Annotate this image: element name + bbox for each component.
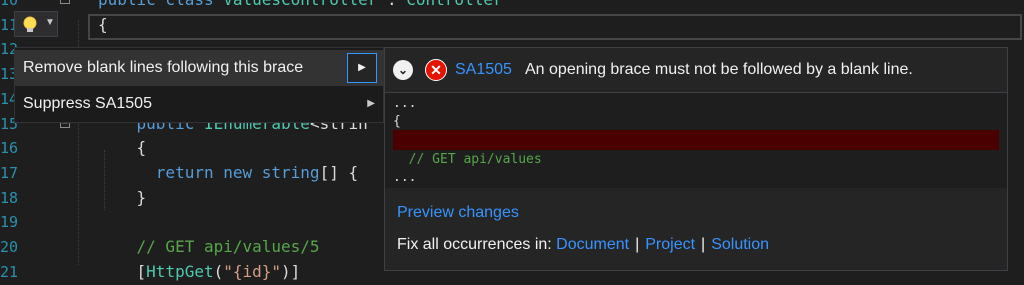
preview-line: {: [393, 114, 401, 129]
chevron-down-icon[interactable]: ▼: [45, 17, 55, 28]
line-number: 18: [0, 188, 19, 207]
fix-all-row: Fix all occurrences in: Document | Project…: [397, 236, 770, 253]
line-number: 17: [0, 163, 19, 182]
fix-scope-project[interactable]: Project: [645, 236, 695, 253]
preview-header: ⌄ ✕ SA1505 An opening brace must not be …: [385, 48, 1007, 92]
chevron-down-icon[interactable]: ⌄: [393, 60, 413, 80]
preview-line: ...: [393, 170, 417, 185]
lightbulb-button[interactable]: ▼: [14, 11, 58, 37]
preview-actions: Preview changes Fix all occurrences in: …: [385, 188, 1007, 270]
code-text: [HttpGet("{id}")]: [98, 261, 301, 281]
line-number: 16: [0, 139, 19, 158]
lightbulb-icon: [23, 16, 37, 32]
line-number: 21: [0, 262, 19, 281]
menu-item-remove-blank-lines[interactable]: Remove blank lines following this brace …: [15, 50, 383, 86]
submenu-arrow-icon[interactable]: ▶: [347, 53, 377, 83]
preview-code: ... { // GET api/values ...: [385, 92, 1007, 189]
indent-guide: [104, 150, 105, 210]
rule-link[interactable]: SA1505: [455, 48, 512, 92]
fix-scope-document[interactable]: Document: [556, 236, 629, 253]
preview-changes-link[interactable]: Preview changes: [397, 204, 519, 222]
submenu-arrow-icon[interactable]: ▶: [367, 86, 375, 122]
fold-toggle-icon[interactable]: −: [60, 0, 70, 5]
quick-actions-menu: Remove blank lines following this brace …: [14, 47, 384, 123]
error-icon: ✕: [425, 59, 447, 81]
diagnostic-message: An opening brace must not be followed by…: [525, 61, 913, 78]
preview-pane: ⌄ ✕ SA1505 An opening brace must not be …: [384, 47, 1008, 271]
menu-item-label: Suppress SA1505: [23, 95, 152, 112]
code-text: {: [98, 138, 147, 158]
code-text: }: [98, 187, 147, 207]
current-line-highlight: [88, 14, 1022, 40]
menu-item-label: Remove blank lines following this brace: [23, 59, 304, 76]
code-text: // GET api/values/5: [98, 237, 320, 256]
fix-scope-solution[interactable]: Solution: [711, 236, 769, 253]
fix-all-label: Fix all occurrences in:: [397, 236, 552, 253]
line-number: 19: [0, 213, 19, 232]
removed-line-highlight: [393, 130, 999, 150]
code-text: return new string[] {: [98, 162, 359, 182]
menu-item-suppress[interactable]: Suppress SA1505 ▶: [15, 86, 383, 122]
line-number: 20: [0, 238, 19, 256]
